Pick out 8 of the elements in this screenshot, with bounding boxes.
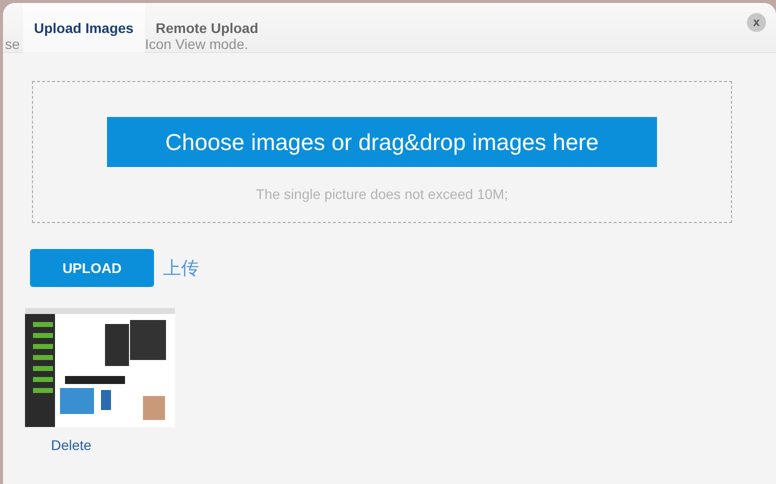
tab[interactable]: Upload Images [23, 3, 145, 53]
delete-link[interactable]: Delete [51, 435, 92, 456]
upload-button[interactable]: UPLOAD [30, 249, 154, 287]
choose-images-button[interactable]: Choose images or drag&drop images here [107, 117, 657, 167]
upload-label: 上传 [163, 256, 199, 280]
hint-text: The single picture does not exceed 10M; [254, 185, 510, 204]
background-text: Icon View mode. [145, 36, 248, 52]
background-text: se [5, 36, 20, 52]
